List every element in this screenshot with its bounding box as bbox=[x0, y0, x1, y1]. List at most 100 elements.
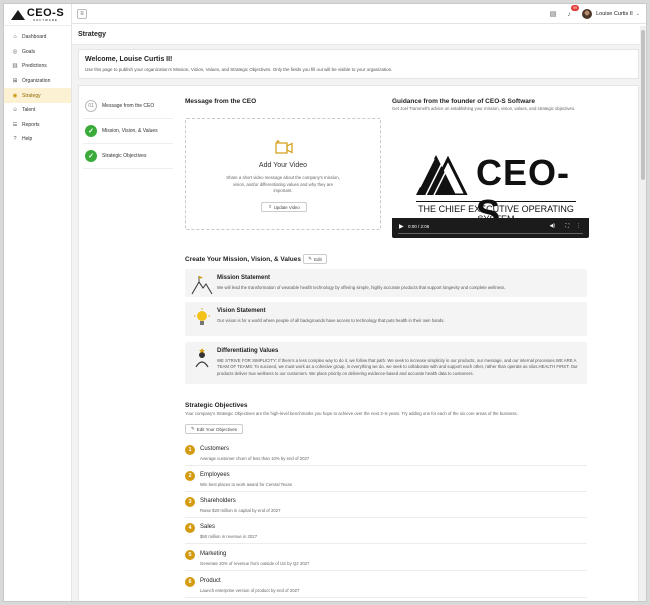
objective-item: 1 Customers Average customer churn of le… bbox=[185, 441, 587, 466]
edit-objectives-button[interactable]: ✎ Edit Your Objectives bbox=[185, 424, 243, 434]
objective-number: 6 bbox=[185, 577, 195, 587]
page-title: Strategy bbox=[78, 31, 107, 38]
objective-item: 2 Employees Win best places to work awar… bbox=[185, 467, 587, 492]
menu-toggle-button[interactable]: ≡ bbox=[77, 9, 87, 19]
upload-icon: ⇪ bbox=[268, 204, 272, 209]
video-progress-bar[interactable] bbox=[398, 232, 583, 234]
volume-icon[interactable]: ◀) bbox=[549, 223, 555, 229]
sidebar-item-reports[interactable]: ☰ Reports bbox=[4, 118, 71, 133]
sidebar-item-label: Reports bbox=[22, 121, 40, 128]
ceo-message-title: Message from the CEO bbox=[185, 98, 257, 105]
logo-mark-icon bbox=[10, 9, 25, 20]
page-header: Strategy bbox=[72, 24, 646, 45]
play-icon[interactable]: ▶ bbox=[399, 223, 404, 230]
brand-logo[interactable]: CEO-S SOFTWARE bbox=[4, 4, 71, 26]
target-icon: ◎ bbox=[12, 48, 18, 55]
objective-desc: Win best places to work award for Centra… bbox=[200, 482, 292, 487]
document-icon[interactable]: ▤ bbox=[548, 9, 558, 19]
fullscreen-icon[interactable]: ⛶ bbox=[565, 223, 569, 229]
ceo-s-logo-mark bbox=[416, 155, 468, 195]
sidebar-nav: ⌂ Dashboard ◎ Goals ▥ Predictions ⊞ Orga… bbox=[4, 26, 71, 147]
guidance-description: Get Joel Trammell's advice on establishi… bbox=[392, 106, 576, 111]
vision-title: Vision Statement bbox=[217, 308, 266, 314]
chevron-down-icon[interactable]: ⌄ bbox=[636, 11, 640, 17]
notification-bell-icon[interactable]: ♪ 99 bbox=[564, 5, 580, 19]
pencil-icon: ✎ bbox=[190, 426, 195, 431]
step-label: Mission, Vision, & Values bbox=[102, 128, 158, 134]
vision-text: Our vision is for a world where people o… bbox=[217, 318, 445, 323]
objective-title: Marketing bbox=[200, 551, 227, 557]
edit-objectives-label: Edit Your Objectives bbox=[196, 426, 238, 432]
objective-desc: Raise $20 million in capital by end of 2… bbox=[200, 508, 281, 513]
topbar-actions: ▤ ♪ 99 Louise Curtis II ⌄ bbox=[542, 5, 640, 21]
app-window: CEO-S SOFTWARE ⌂ Dashboard ◎ Goals ▥ Pre… bbox=[3, 3, 647, 602]
user-name[interactable]: Louise Curtis II bbox=[596, 11, 633, 17]
sidebar-item-label: Goals bbox=[22, 48, 36, 55]
sidebar-item-label: Help bbox=[22, 136, 33, 143]
step-strategic-objectives[interactable]: ✓ Strategic Objectives bbox=[83, 144, 173, 169]
sidebar-item-label: Talent bbox=[22, 107, 36, 114]
objective-title: Product bbox=[200, 578, 221, 584]
welcome-title: Welcome, Louise Curtis II! bbox=[85, 56, 173, 63]
objective-number: 4 bbox=[185, 523, 195, 533]
add-video-description: Share a short video message about the co… bbox=[226, 175, 340, 193]
sidebar: CEO-S SOFTWARE ⌂ Dashboard ◎ Goals ▥ Pre… bbox=[4, 4, 72, 601]
help-icon: ? bbox=[13, 136, 17, 143]
update-video-button[interactable]: ⇪ Update Video bbox=[261, 202, 307, 212]
values-title: Differentiating Values bbox=[217, 348, 279, 354]
welcome-text: Use this page to publish your organizati… bbox=[85, 67, 393, 72]
objective-item: 3 Shareholders Raise $20 million in capi… bbox=[185, 493, 587, 518]
more-options-icon[interactable]: ⋮ bbox=[576, 223, 581, 229]
lightbulb-icon bbox=[194, 308, 210, 325]
objective-number: 5 bbox=[185, 550, 195, 560]
guidance-title: Guidance from the founder of CEO-S Softw… bbox=[392, 98, 536, 105]
sidebar-item-organization[interactable]: ⊞ Organization bbox=[4, 74, 71, 89]
hamburger-icon: ≡ bbox=[80, 11, 84, 17]
objective-desc: Launch enterprise version of product by … bbox=[200, 588, 300, 593]
sidebar-item-goals[interactable]: ◎ Goals bbox=[4, 45, 71, 60]
values-card: Differentiating Values WE STRIVE FOR SIM… bbox=[185, 342, 587, 384]
guidance-video-player[interactable]: CEO-S THE CHIEF EXECUTIVE OPERATING SYST… bbox=[392, 141, 589, 238]
step-list: 01 Message from the CEO ✓ Mission, Visio… bbox=[83, 94, 173, 169]
update-video-label: Update Video bbox=[273, 204, 300, 210]
values-person-icon bbox=[195, 348, 209, 368]
objective-title: Shareholders bbox=[200, 498, 236, 504]
objective-title: Sales bbox=[200, 524, 216, 530]
scrollbar-thumb[interactable] bbox=[641, 30, 645, 180]
step-mission-vision-values[interactable]: ✓ Mission, Vision, & Values bbox=[83, 119, 173, 144]
mission-card: Mission Statement We will lead the trans… bbox=[185, 269, 587, 297]
add-video-dropzone[interactable]: Add Your Video Share a short video messa… bbox=[185, 118, 381, 230]
pencil-icon: ✎ bbox=[308, 256, 312, 261]
sidebar-item-help[interactable]: ? Help bbox=[4, 132, 71, 147]
page-scrollbar[interactable] bbox=[640, 26, 646, 601]
sidebar-item-predictions[interactable]: ▥ Predictions bbox=[4, 59, 71, 74]
objective-number: 2 bbox=[185, 471, 195, 481]
people-icon: ☺ bbox=[12, 107, 18, 114]
objectives-description: Your company's Strategic Objectives are … bbox=[185, 411, 518, 416]
sidebar-item-talent[interactable]: ☺ Talent bbox=[4, 103, 71, 118]
objective-item: 4 Sales $50 million in revenue in 2027 bbox=[185, 519, 587, 544]
step-label: Strategic Objectives bbox=[102, 153, 147, 159]
sidebar-item-dashboard[interactable]: ⌂ Dashboard bbox=[4, 30, 71, 45]
step-message-from-ceo[interactable]: 01 Message from the CEO bbox=[83, 94, 173, 119]
notification-badge: 99 bbox=[571, 5, 580, 11]
video-controls: ▶ 0:00 / 2:06 ◀) ⛶ ⋮ bbox=[392, 218, 589, 238]
avatar[interactable] bbox=[582, 9, 593, 19]
welcome-panel: Welcome, Louise Curtis II! Use this page… bbox=[78, 49, 639, 79]
step-number: 01 bbox=[85, 100, 97, 112]
objectives-title: Strategic Objectives bbox=[185, 402, 248, 409]
sidebar-item-label: Predictions bbox=[22, 63, 47, 70]
mountain-flag-icon bbox=[191, 276, 213, 295]
video-time: 0:00 / 2:06 bbox=[408, 224, 430, 229]
step-label: Message from the CEO bbox=[102, 103, 155, 109]
strategy-panel: 01 Message from the CEO ✓ Mission, Visio… bbox=[78, 85, 639, 601]
edit-mvv-button[interactable]: ✎ Edit bbox=[303, 254, 327, 264]
home-icon: ⌂ bbox=[13, 34, 17, 41]
mvv-title: Create Your Mission, Vision, & Values bbox=[185, 256, 301, 263]
sidebar-item-label: Organization bbox=[22, 78, 51, 85]
check-icon: ✓ bbox=[85, 150, 97, 162]
sidebar-item-strategy[interactable]: ◉ Strategy bbox=[4, 88, 71, 103]
objective-item: 5 Marketing Generate 20% of revenue from… bbox=[185, 546, 587, 571]
objective-number: 3 bbox=[185, 497, 195, 507]
sidebar-item-label: Dashboard bbox=[22, 34, 47, 41]
